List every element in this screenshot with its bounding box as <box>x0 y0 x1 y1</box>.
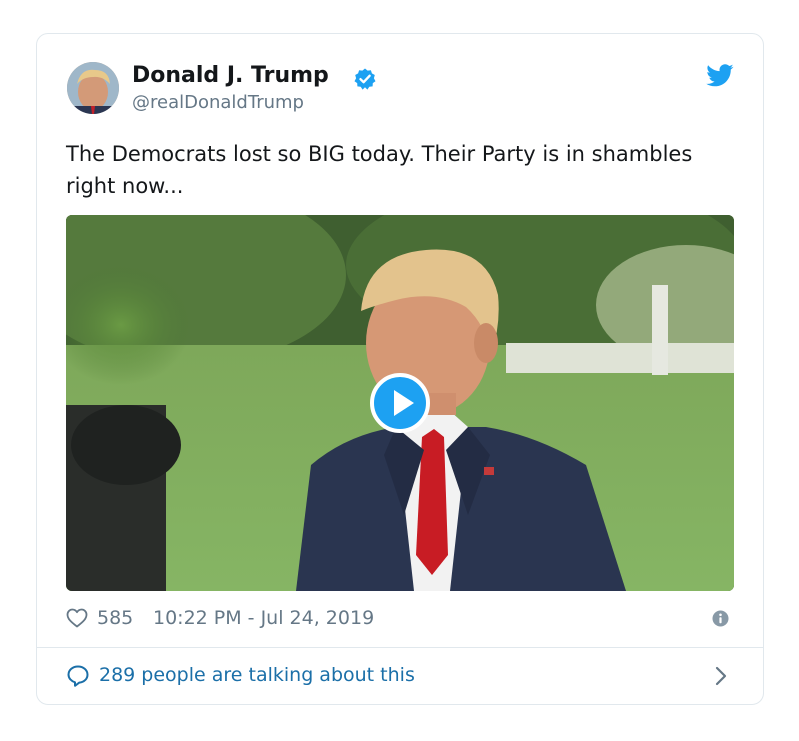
info-icon[interactable] <box>712 610 729 627</box>
video-player[interactable] <box>66 215 734 591</box>
conversation-link[interactable]: 289 people are talking about this <box>37 648 763 704</box>
play-icon <box>394 390 414 416</box>
twitter-bird-icon[interactable] <box>706 64 734 88</box>
tweet-text: The Democrats lost so BIG today. Their P… <box>66 142 693 198</box>
chevron-right-icon[interactable] <box>714 665 728 687</box>
like-count[interactable]: 585 <box>97 607 133 629</box>
speech-bubble-icon <box>67 665 89 687</box>
talk-label[interactable]: 289 people are talking about this <box>99 664 415 686</box>
heart-icon[interactable] <box>66 608 88 628</box>
play-button[interactable] <box>370 373 430 433</box>
verified-badge-icon <box>354 68 376 90</box>
author-handle[interactable]: @realDonaldTrump <box>132 92 304 113</box>
tweet-meta: 585 10:22 PM - Jul 24, 2019 <box>66 606 734 632</box>
avatar[interactable] <box>67 62 119 114</box>
tweet-timestamp[interactable]: 10:22 PM - Jul 24, 2019 <box>153 607 374 629</box>
author-name[interactable]: Donald J. Trump <box>132 63 329 88</box>
tweet-card[interactable]: Donald J. Trump @realDonaldTrump The Dem… <box>36 33 764 705</box>
